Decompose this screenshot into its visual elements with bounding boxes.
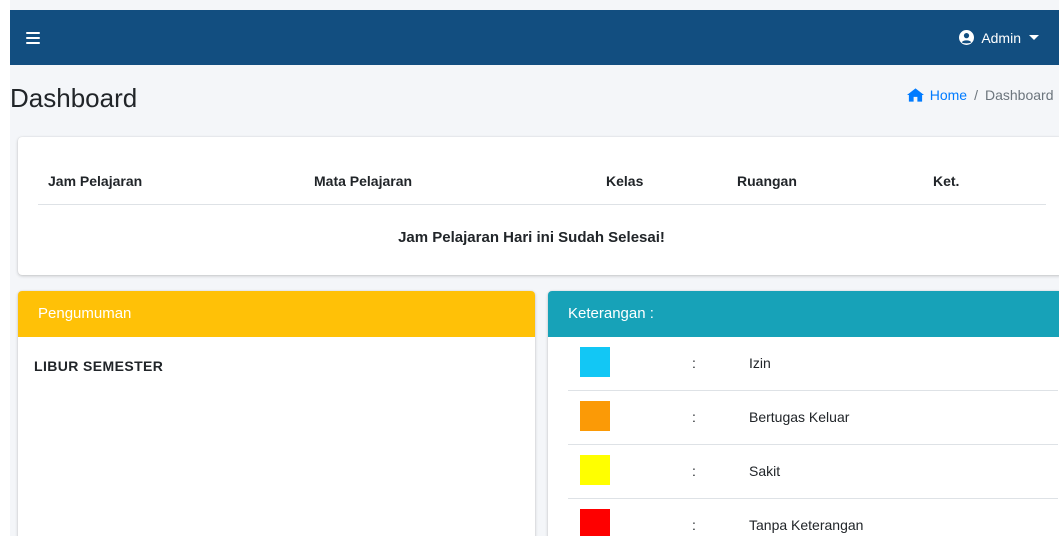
page-edge [0,0,10,536]
column-header-kelas: Kelas [606,173,644,189]
legend-separator: : [692,409,696,425]
schedule-card: Jam Pelajaran Mata Pelajaran Kelas Ruang… [18,137,1059,275]
column-header-ruangan: Ruangan [737,173,797,189]
announcement-header: Pengumuman [18,291,535,337]
schedule-empty-message: Jam Pelajaran Hari ini Sudah Selesai! [398,229,665,246]
announcement-content: LIBUR SEMESTER [34,358,164,374]
breadcrumb-home-link[interactable]: Home [906,87,968,103]
user-name: Admin [981,29,1021,46]
legend-item: : Sakit [568,445,1058,499]
announcement-card: Pengumuman LIBUR SEMESTER [18,291,535,536]
legend-item: : Bertugas Keluar [568,391,1058,445]
breadcrumb-current: Dashboard [985,87,1054,103]
breadcrumb: Home / Dashboard [906,87,1059,103]
table-header-divider [38,204,1046,205]
legend-separator: : [692,463,696,479]
legend-header: Keterangan : [548,291,1059,337]
legend-swatch [580,455,610,485]
legend-label: Izin [749,355,771,371]
legend-item: : Tanpa Keterangan [568,499,1058,536]
hamburger-menu-icon[interactable] [26,31,40,44]
legend-swatch [580,401,610,431]
legend-item: : Izin [568,337,1058,391]
legend-label: Bertugas Keluar [749,409,850,425]
legend-card: Keterangan : : Izin : Bertugas Keluar : … [548,291,1059,536]
legend-label: Sakit [749,463,781,479]
column-header-jam: Jam Pelajaran [48,173,143,189]
breadcrumb-home-label: Home [929,87,968,103]
column-header-ket: Ket. [933,173,960,189]
user-circle-icon [959,30,975,45]
page-title: Dashboard [10,83,138,113]
caret-down-icon [1029,35,1039,40]
legend-swatch [580,509,610,536]
legend-label: Tanpa Keterangan [749,517,864,533]
column-header-mata-pelajaran: Mata Pelajaran [314,173,413,189]
legend-swatch [580,347,610,377]
top-navbar: Admin [10,10,1059,65]
legend-separator: : [692,355,696,371]
breadcrumb-separator: / [974,87,978,103]
user-dropdown[interactable]: Admin [959,30,1039,46]
home-icon [906,88,924,102]
legend-separator: : [692,517,696,533]
